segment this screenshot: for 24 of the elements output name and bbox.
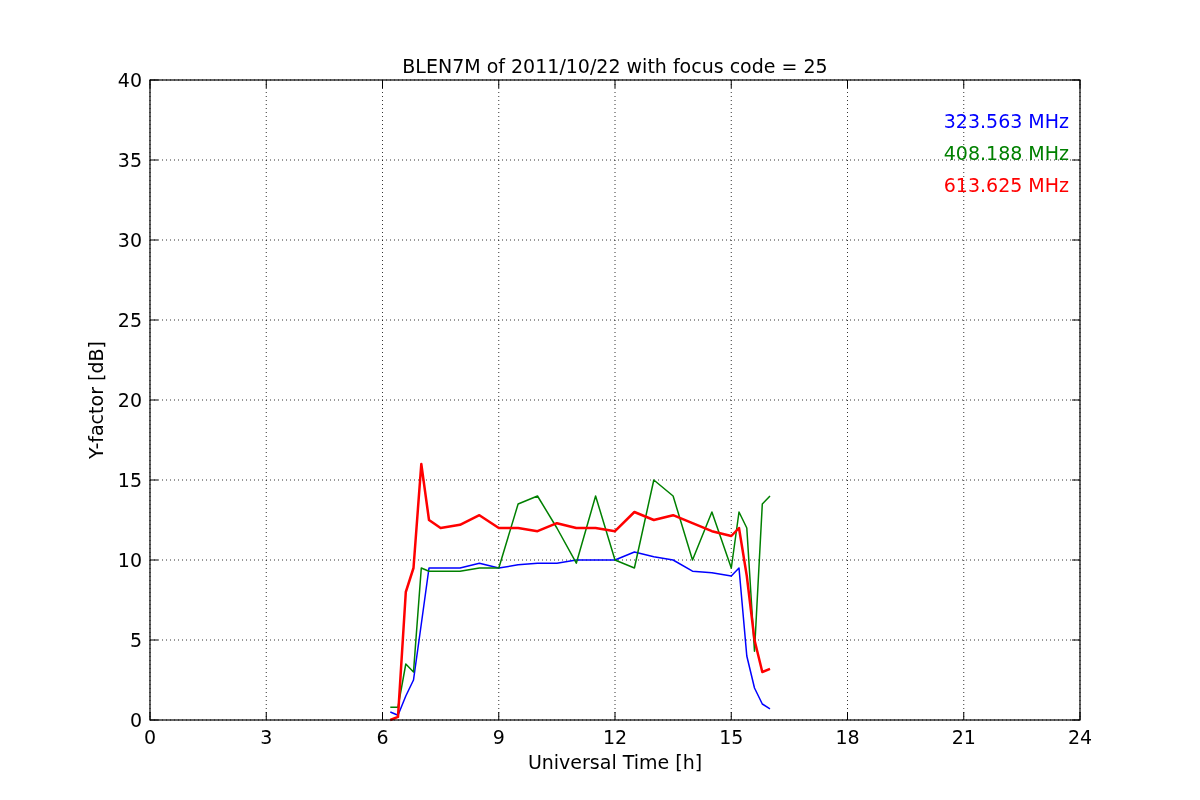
legend-label: 323.563 MHz (943, 110, 1069, 132)
y-tick-label: 25 (117, 309, 142, 331)
y-tick-label: 5 (129, 629, 142, 651)
x-tick-label: 0 (143, 726, 157, 748)
x-axis-label: Universal Time [h] (527, 751, 703, 773)
y-tick-label: 0 (129, 709, 142, 731)
x-tick-label: 21 (951, 726, 976, 748)
x-tick-label: 12 (602, 726, 628, 748)
legend-label: 613.625 MHz (943, 174, 1069, 196)
y-tick-label: 10 (117, 549, 142, 571)
x-tick-label: 6 (376, 726, 389, 748)
x-tick-label: 24 (1067, 726, 1093, 748)
y-tick-label: 35 (117, 149, 142, 171)
y-axis-label: Y-factor [dB] (85, 341, 107, 459)
x-tick-label: 15 (719, 726, 744, 748)
y-tick-label: 30 (117, 229, 142, 251)
legend-label: 408.188 MHz (943, 142, 1069, 164)
y-tick-label: 15 (117, 469, 142, 491)
y-tick-label: 40 (117, 69, 142, 91)
x-tick-label: 3 (260, 726, 273, 748)
y-tick-label: 20 (117, 389, 142, 411)
x-tick-label: 18 (835, 726, 860, 748)
chart-title: BLEN7M of 2011/10/22 with focus code = 25 (402, 55, 828, 77)
x-tick-label: 9 (492, 726, 505, 748)
